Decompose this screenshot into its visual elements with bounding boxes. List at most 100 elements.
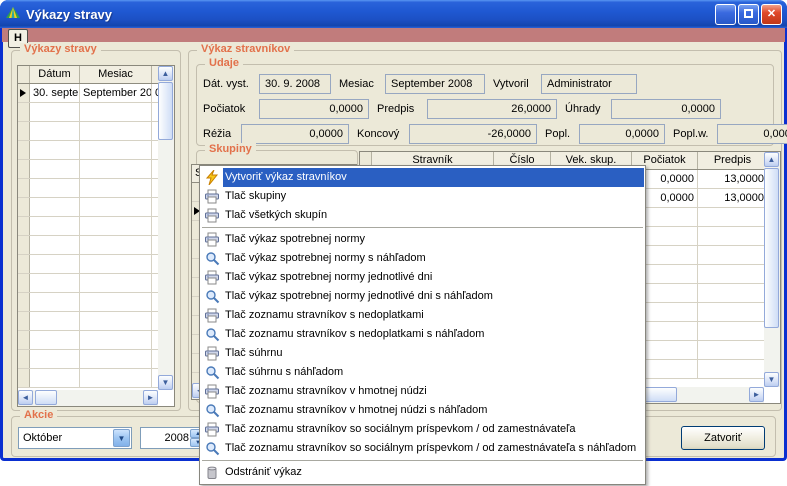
table-row[interactable]	[18, 122, 174, 141]
table-row[interactable]	[18, 198, 174, 217]
table-cell[interactable]	[80, 369, 152, 387]
table-cell[interactable]	[80, 312, 152, 330]
table-cell[interactable]	[80, 350, 152, 368]
table-cell[interactable]	[80, 331, 152, 349]
table-row[interactable]	[18, 236, 174, 255]
reports-table-vscrollbar[interactable]: ▲ ▼	[158, 66, 174, 390]
table-cell[interactable]	[30, 312, 80, 330]
menu-item[interactable]: Tlač zoznamu stravníkov v hmotnej núdzi	[201, 382, 644, 401]
table-cell[interactable]	[30, 198, 80, 216]
field-value[interactable]: September 2008	[385, 74, 485, 94]
table-cell[interactable]: 30. septe	[30, 84, 80, 102]
close-button[interactable]: ✕	[761, 4, 782, 25]
field-value[interactable]: 0,0000	[611, 99, 721, 119]
table-cell[interactable]	[30, 255, 80, 273]
table-cell[interactable]	[80, 217, 152, 235]
menu-item[interactable]: Tlač zoznamu stravníkov v hmotnej núdzi …	[201, 401, 644, 420]
table-cell[interactable]	[80, 122, 152, 140]
menu-item[interactable]: Tlač výkaz spotrebnej normy	[201, 230, 644, 249]
table-row[interactable]	[18, 141, 174, 160]
scroll-thumb[interactable]	[35, 390, 57, 405]
menu-item[interactable]: Vytvoriť výkaz stravníkov	[201, 168, 644, 187]
close-form-button[interactable]: Zatvoriť	[681, 426, 765, 450]
menu-item[interactable]: Tlač zoznamu stravníkov s nedoplatkami	[201, 306, 644, 325]
field-value[interactable]: 0,0000	[579, 124, 665, 144]
field-value[interactable]: Administrator	[541, 74, 637, 94]
minimize-button[interactable]: _	[715, 4, 736, 25]
menu-item[interactable]: Tlač súhrnu s náhľadom	[201, 363, 644, 382]
column-header[interactable]: Mesiac	[80, 66, 152, 83]
table-cell[interactable]	[80, 255, 152, 273]
field-value[interactable]: 0,0000	[241, 124, 349, 144]
table-row[interactable]	[18, 369, 174, 388]
table-cell[interactable]	[30, 274, 80, 292]
table-cell[interactable]	[80, 274, 152, 292]
column-header[interactable]: Predpis	[698, 152, 768, 169]
table-cell[interactable]	[30, 293, 80, 311]
table-cell[interactable]	[80, 236, 152, 254]
stravnik-table-vscrollbar[interactable]: ▲ ▼	[764, 152, 780, 387]
field-value[interactable]: 0,0000	[259, 99, 369, 119]
table-row[interactable]	[18, 179, 174, 198]
table-cell[interactable]	[30, 217, 80, 235]
table-row[interactable]	[18, 312, 174, 331]
scroll-thumb[interactable]	[158, 82, 173, 140]
menu-item[interactable]: Tlač výkaz spotrebnej normy jednotlivé d…	[201, 268, 644, 287]
scroll-right-button[interactable]: ►	[749, 387, 764, 402]
table-cell[interactable]	[698, 208, 768, 226]
field-value[interactable]: 26,0000	[427, 99, 557, 119]
menu-item[interactable]: Tlač zoznamu stravníkov so sociálnym prí…	[201, 420, 644, 439]
table-row[interactable]: 30. septeSeptember 20080	[18, 84, 174, 103]
table-cell[interactable]	[80, 160, 152, 178]
menu-item[interactable]: Tlač skupiny	[201, 187, 644, 206]
table-cell[interactable]	[30, 141, 80, 159]
table-row[interactable]	[18, 217, 174, 236]
table-cell[interactable]	[30, 350, 80, 368]
scroll-up-button[interactable]: ▲	[158, 66, 173, 81]
column-header[interactable]: Dátum	[30, 66, 80, 83]
month-select[interactable]: Október ▼	[18, 427, 132, 449]
table-cell[interactable]	[698, 360, 768, 378]
table-cell[interactable]	[80, 103, 152, 121]
menu-item[interactable]: Tlač zoznamu stravníkov so sociálnym prí…	[201, 439, 644, 458]
table-row[interactable]	[18, 160, 174, 179]
table-row[interactable]	[18, 293, 174, 312]
table-row[interactable]	[18, 331, 174, 350]
menu-item[interactable]: Tlač súhrnu	[201, 344, 644, 363]
scroll-left-button[interactable]: ◄	[18, 390, 33, 405]
menu-item[interactable]: Odstrániť výkaz	[201, 463, 644, 482]
field-value[interactable]: 0,0000	[717, 124, 787, 144]
reports-table-hscrollbar[interactable]: ◄ ►	[18, 390, 158, 406]
table-cell[interactable]	[698, 322, 768, 340]
table-cell[interactable]	[30, 179, 80, 197]
table-cell[interactable]	[30, 236, 80, 254]
table-cell[interactable]	[698, 284, 768, 302]
table-row[interactable]	[18, 255, 174, 274]
table-cell[interactable]	[30, 160, 80, 178]
chevron-down-icon[interactable]: ▼	[113, 429, 130, 447]
table-cell[interactable]	[80, 179, 152, 197]
menu-item[interactable]: Tlač výkaz spotrebnej normy jednotlivé d…	[201, 287, 644, 306]
table-cell[interactable]: 13,0000	[698, 189, 768, 207]
year-stepper[interactable]: 2008 ▲ ▼	[140, 427, 208, 449]
menu-item[interactable]: Tlač zoznamu stravníkov s nedoplatkami s…	[201, 325, 644, 344]
table-row[interactable]	[18, 274, 174, 293]
table-cell[interactable]: 13,0000	[698, 170, 768, 188]
scroll-right-button[interactable]: ►	[143, 390, 158, 405]
scroll-thumb[interactable]	[764, 168, 779, 328]
maximize-button[interactable]	[738, 4, 759, 25]
table-cell[interactable]	[30, 331, 80, 349]
table-cell[interactable]	[80, 141, 152, 159]
table-cell[interactable]	[30, 369, 80, 387]
table-cell[interactable]	[30, 122, 80, 140]
table-cell[interactable]	[698, 227, 768, 245]
table-cell[interactable]	[698, 341, 768, 359]
reports-table[interactable]: DátumMesiacF30. septeSeptember 20080 ▲ ▼…	[17, 65, 175, 407]
table-row[interactable]	[18, 350, 174, 369]
table-cell[interactable]	[80, 293, 152, 311]
field-value[interactable]: -26,0000	[409, 124, 537, 144]
table-cell[interactable]	[80, 198, 152, 216]
table-cell[interactable]	[698, 303, 768, 321]
title-bar[interactable]: Výkazy stravy _ ✕	[0, 0, 787, 28]
scroll-down-button[interactable]: ▼	[158, 375, 173, 390]
